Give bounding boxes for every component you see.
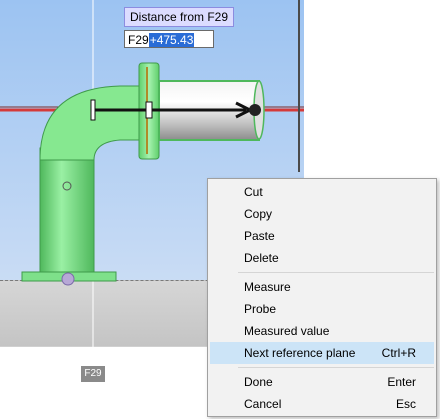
pipe-elbow [39, 85, 146, 161]
menu-label: Copy [244, 207, 273, 221]
menu-shortcut: Esc [395, 397, 416, 411]
menu-item-copy[interactable]: Copy [210, 203, 434, 225]
menu-item-delete[interactable]: Delete [210, 247, 434, 269]
menu-label: Next reference plane [244, 346, 356, 360]
measure-start-tick [90, 99, 96, 121]
menu-item-measured-value[interactable]: Measured value [210, 320, 434, 342]
menu-shortcut: Ctrl+R [381, 346, 416, 360]
menu-separator [238, 272, 434, 273]
menu-item-measure[interactable]: Measure [210, 276, 434, 298]
pipe-vertical [39, 147, 95, 273]
menu-label: Measured value [244, 324, 330, 338]
menu-item-cancel[interactable]: Cancel Esc [210, 393, 434, 415]
menu-label: Cancel [244, 397, 282, 411]
menu-label: Paste [244, 229, 275, 243]
menu-item-cut[interactable]: Cut [210, 181, 434, 203]
reference-plane-tag: F29 [81, 366, 105, 382]
menu-label: Done [244, 375, 273, 389]
dimension-label: Distance from F29 [124, 7, 235, 27]
menu-label: Measure [244, 280, 291, 294]
measure-end-point [249, 104, 261, 116]
snap-point-base [61, 272, 75, 286]
distance-input[interactable]: F29+475.43 [124, 30, 214, 48]
menu-label: Cut [244, 185, 263, 199]
input-prefix: F29 [128, 33, 149, 47]
3d-viewport[interactable]: Distance from F29 F29+475.43 F29 Cut Cop… [0, 0, 440, 419]
menu-item-probe[interactable]: Probe [210, 298, 434, 320]
menu-item-done[interactable]: Done Enter [210, 371, 434, 393]
menu-label: Delete [244, 251, 279, 265]
measure-mid-tick [145, 101, 153, 119]
context-menu: Cut Copy Paste Delete Measure Probe Meas… [207, 178, 437, 417]
menu-shortcut: Enter [387, 375, 416, 389]
menu-item-next-reference-plane[interactable]: Next reference plane Ctrl+R [210, 342, 434, 364]
input-selected-value: +475.43 [148, 33, 195, 47]
menu-separator [238, 367, 434, 368]
menu-label: Probe [244, 302, 277, 316]
menu-item-paste[interactable]: Paste [210, 225, 434, 247]
